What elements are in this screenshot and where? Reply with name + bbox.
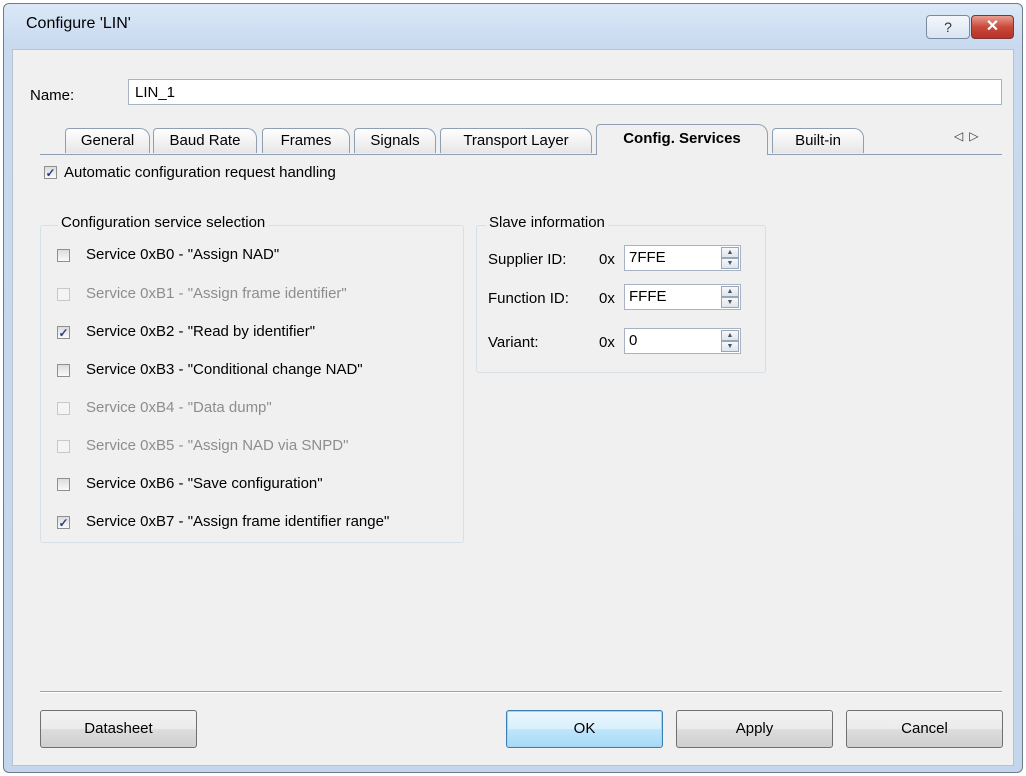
cancel-button[interactable]: Cancel [846,710,1003,748]
datasheet-button[interactable]: Datasheet [40,710,197,748]
variant-label: Variant: [488,334,539,351]
service-b7-checkbox[interactable]: ✓ [57,516,70,529]
service-selection-title: Configuration service selection [58,214,269,231]
tab-config-services[interactable]: Config. Services [596,124,768,155]
service-b2-checkbox[interactable]: ✓ [57,326,70,339]
auto-handling-checkbox[interactable]: ✓ [44,166,57,179]
name-label: Name: [30,87,75,104]
service-b5-label: Service 0xB5 - "Assign NAD via SNPD" [86,437,349,454]
service-b3-checkbox[interactable] [57,364,70,377]
tab-general[interactable]: General [65,128,150,153]
spin-up-icon[interactable]: ▲ [721,247,739,258]
title-bar[interactable]: Configure 'LIN' ? ✕ [4,4,1022,40]
service-b4-checkbox[interactable] [57,402,70,415]
close-button[interactable]: ✕ [971,15,1014,39]
spin-down-icon[interactable]: ▼ [721,341,739,352]
slave-info-title: Slave information [486,214,608,231]
service-b1-label: Service 0xB1 - "Assign frame identifier" [86,285,347,302]
service-b2-label: Service 0xB2 - "Read by identifier" [86,323,316,340]
tab-scroll-left-icon[interactable]: ◁ [954,129,969,143]
auto-handling-label: Automatic configuration request handling [64,164,336,181]
spin-up-icon[interactable]: ▲ [721,286,739,297]
function-id-prefix: 0x [599,290,615,307]
service-selection-group [40,225,464,543]
service-b6-checkbox[interactable] [57,478,70,491]
button-separator [40,691,1002,693]
name-input[interactable] [128,79,1002,105]
function-id-label: Function ID: [488,290,569,307]
service-b0-label: Service 0xB0 - "Assign NAD" [86,246,280,263]
tab-scroll-right-icon[interactable]: ▷ [969,129,984,143]
help-button[interactable]: ? [926,15,970,39]
spin-up-icon[interactable]: ▲ [721,330,739,341]
service-b7-label: Service 0xB7 - "Assign frame identifier … [86,513,390,530]
tab-frames[interactable]: Frames [262,128,350,153]
supplier-id-prefix: 0x [599,251,615,268]
function-id-spinbox[interactable]: FFFE ▲ ▼ [624,284,741,310]
spin-down-icon[interactable]: ▼ [721,258,739,269]
tab-built-in[interactable]: Built-in [772,128,864,153]
variant-spinbox[interactable]: 0 ▲ ▼ [624,328,741,354]
tab-signals[interactable]: Signals [354,128,436,153]
tab-baud-rate[interactable]: Baud Rate [153,128,257,153]
function-id-value[interactable]: FFFE [629,288,667,305]
variant-value[interactable]: 0 [629,332,637,349]
apply-button[interactable]: Apply [676,710,833,748]
supplier-id-value[interactable]: 7FFE [629,249,666,266]
ok-button[interactable]: OK [506,710,663,748]
service-b3-label: Service 0xB3 - "Conditional change NAD" [86,361,363,378]
tab-transport-layer[interactable]: Transport Layer [440,128,592,153]
service-b1-checkbox[interactable] [57,288,70,301]
window-title: Configure 'LIN' [26,15,131,32]
variant-prefix: 0x [599,334,615,351]
spin-down-icon[interactable]: ▼ [721,297,739,308]
supplier-id-label: Supplier ID: [488,251,567,268]
supplier-id-spinbox[interactable]: 7FFE ▲ ▼ [624,245,741,271]
service-b0-checkbox[interactable] [57,249,70,262]
tab-strip: General Baud Rate Frames Signals Transpo… [40,124,1002,155]
service-b5-checkbox[interactable] [57,440,70,453]
service-b4-label: Service 0xB4 - "Data dump" [86,399,272,416]
tab-scroll-arrows: ◁▷ [954,129,984,143]
service-b6-label: Service 0xB6 - "Save configuration" [86,475,323,492]
